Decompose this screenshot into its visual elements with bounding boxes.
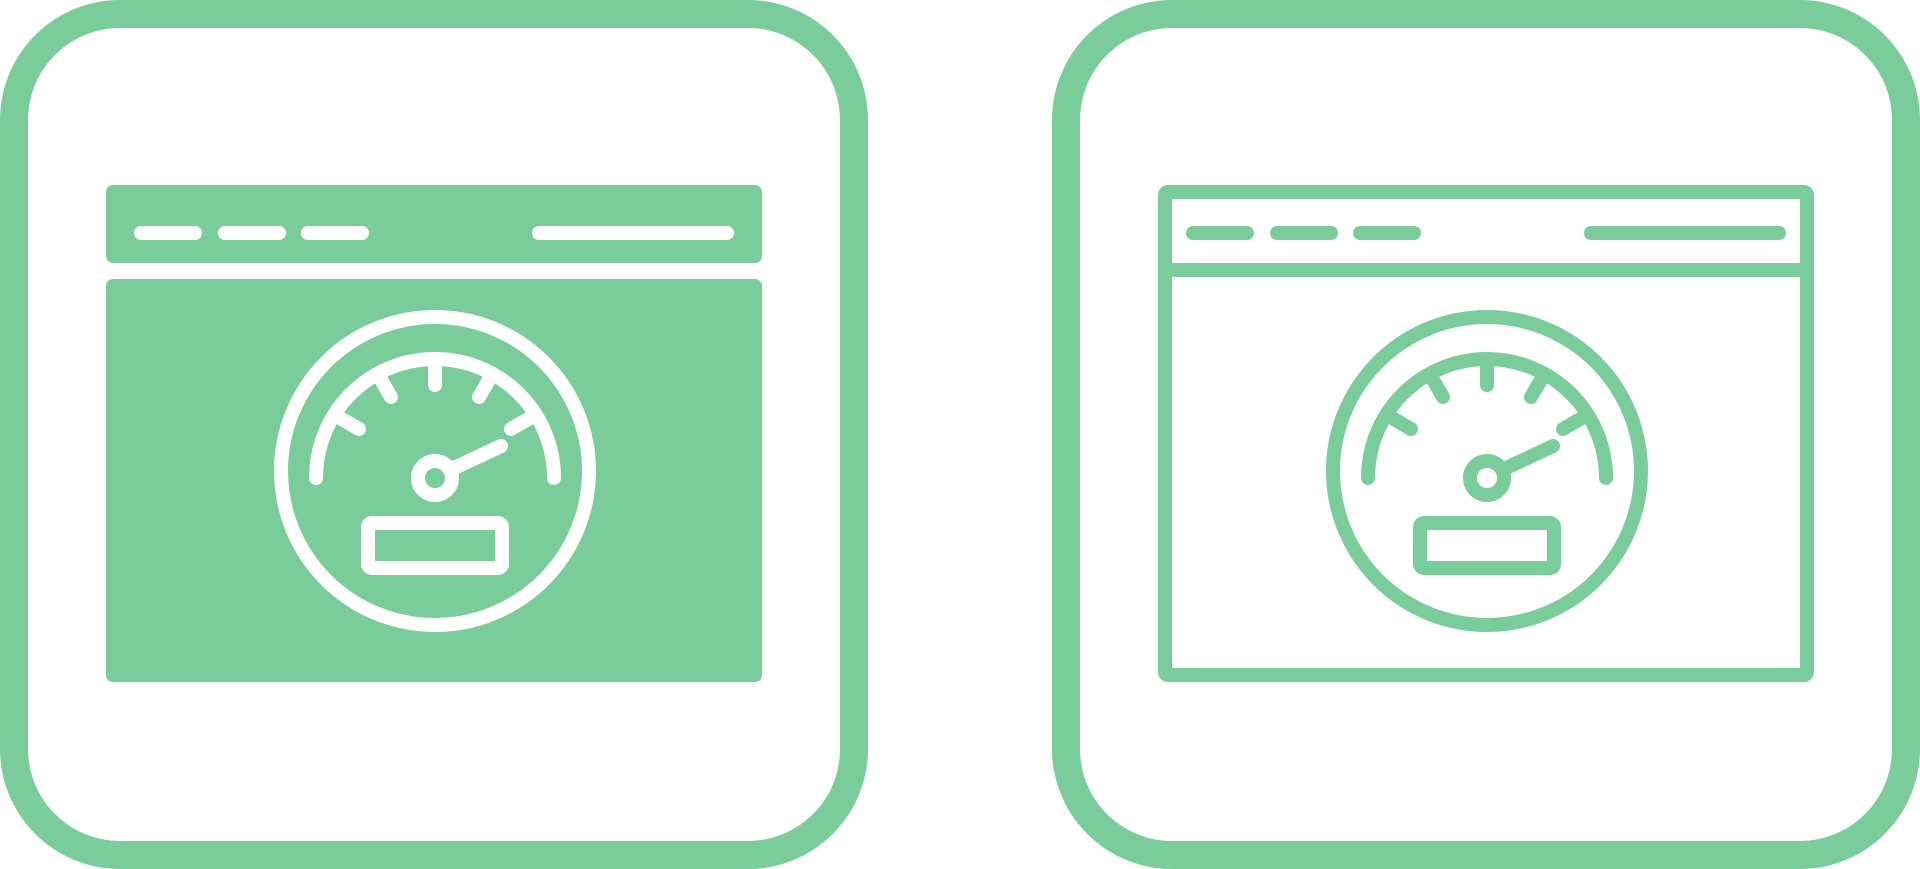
speedometer-icon	[1326, 310, 1648, 632]
browser-speedometer-filled-icon-tile	[0, 0, 868, 869]
browser-speedometer-outline-icon-tile	[1052, 0, 1920, 869]
browser-window-outline	[1158, 185, 1814, 682]
browser-title-bar	[106, 185, 762, 263]
browser-speedometer-outline-icon	[1052, 0, 1920, 869]
rounded-frame	[1052, 0, 1920, 869]
browser-speedometer-filled-icon	[0, 0, 868, 869]
